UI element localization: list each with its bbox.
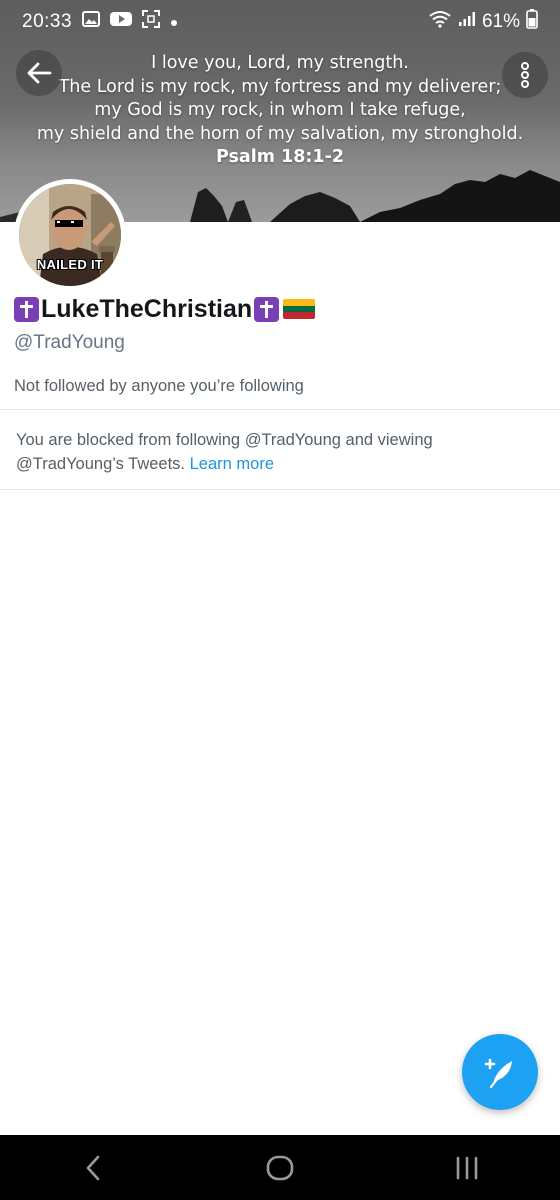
back-button[interactable] [16, 50, 62, 96]
gallery-icon [82, 11, 101, 33]
user-handle: @TradYoung [14, 332, 125, 353]
battery-icon [526, 9, 538, 35]
nav-recents-button[interactable] [437, 1143, 497, 1193]
compose-tweet-button[interactable] [462, 1034, 538, 1110]
cross-emoji-icon [14, 296, 39, 322]
divider [0, 409, 560, 410]
display-name-row: LukeTheChristian [14, 292, 316, 326]
cross-emoji-icon [254, 296, 280, 322]
divider [0, 489, 560, 490]
system-navigation-bar [0, 1135, 560, 1200]
avatar-image: NAILED IT [19, 184, 121, 286]
blocked-notice: You are blocked from following @TradYoun… [16, 428, 536, 476]
learn-more-link[interactable]: Learn more [190, 455, 274, 473]
chevron-left-icon [87, 1155, 100, 1180]
status-bar: 20:33 61% [0, 0, 560, 44]
screenshot-icon [142, 10, 161, 34]
verse-line: my shield and the horn of my salvation, … [36, 123, 524, 144]
display-name: LukeTheChristian [41, 294, 253, 323]
followers-you-know: Not followed by anyone you’re following [14, 377, 304, 395]
signal-icon [458, 11, 476, 33]
status-time: 20:33 [22, 11, 73, 32]
recents-icon [456, 1156, 477, 1179]
verse-line: my God is my rock, in whom I take refuge… [94, 100, 466, 120]
arrow-left-icon [27, 62, 52, 84]
avatar[interactable]: NAILED IT [14, 179, 126, 291]
more-vertical-icon [521, 62, 529, 88]
verse-line: I love you, Lord, my strength. [151, 53, 409, 73]
more-options-button[interactable] [502, 52, 548, 98]
wifi-icon [428, 10, 452, 34]
home-circle-icon [266, 1155, 294, 1180]
battery-level: 61% [481, 11, 520, 32]
dot-icon [170, 11, 178, 33]
youtube-icon [110, 11, 133, 33]
banner-verse: I love you, Lord, my strength. The Lord … [0, 52, 560, 170]
avatar-caption: NAILED IT [36, 257, 104, 272]
verse-reference: Psalm 18:1-2 [215, 147, 345, 167]
nav-home-button[interactable] [250, 1143, 310, 1193]
lithuania-flag-icon [283, 299, 316, 319]
nav-back-button[interactable] [63, 1143, 123, 1193]
verse-line: The Lord is my rock, my fortress and my … [58, 76, 502, 97]
compose-feather-icon [484, 1058, 512, 1089]
status-right: 61% [428, 9, 538, 35]
